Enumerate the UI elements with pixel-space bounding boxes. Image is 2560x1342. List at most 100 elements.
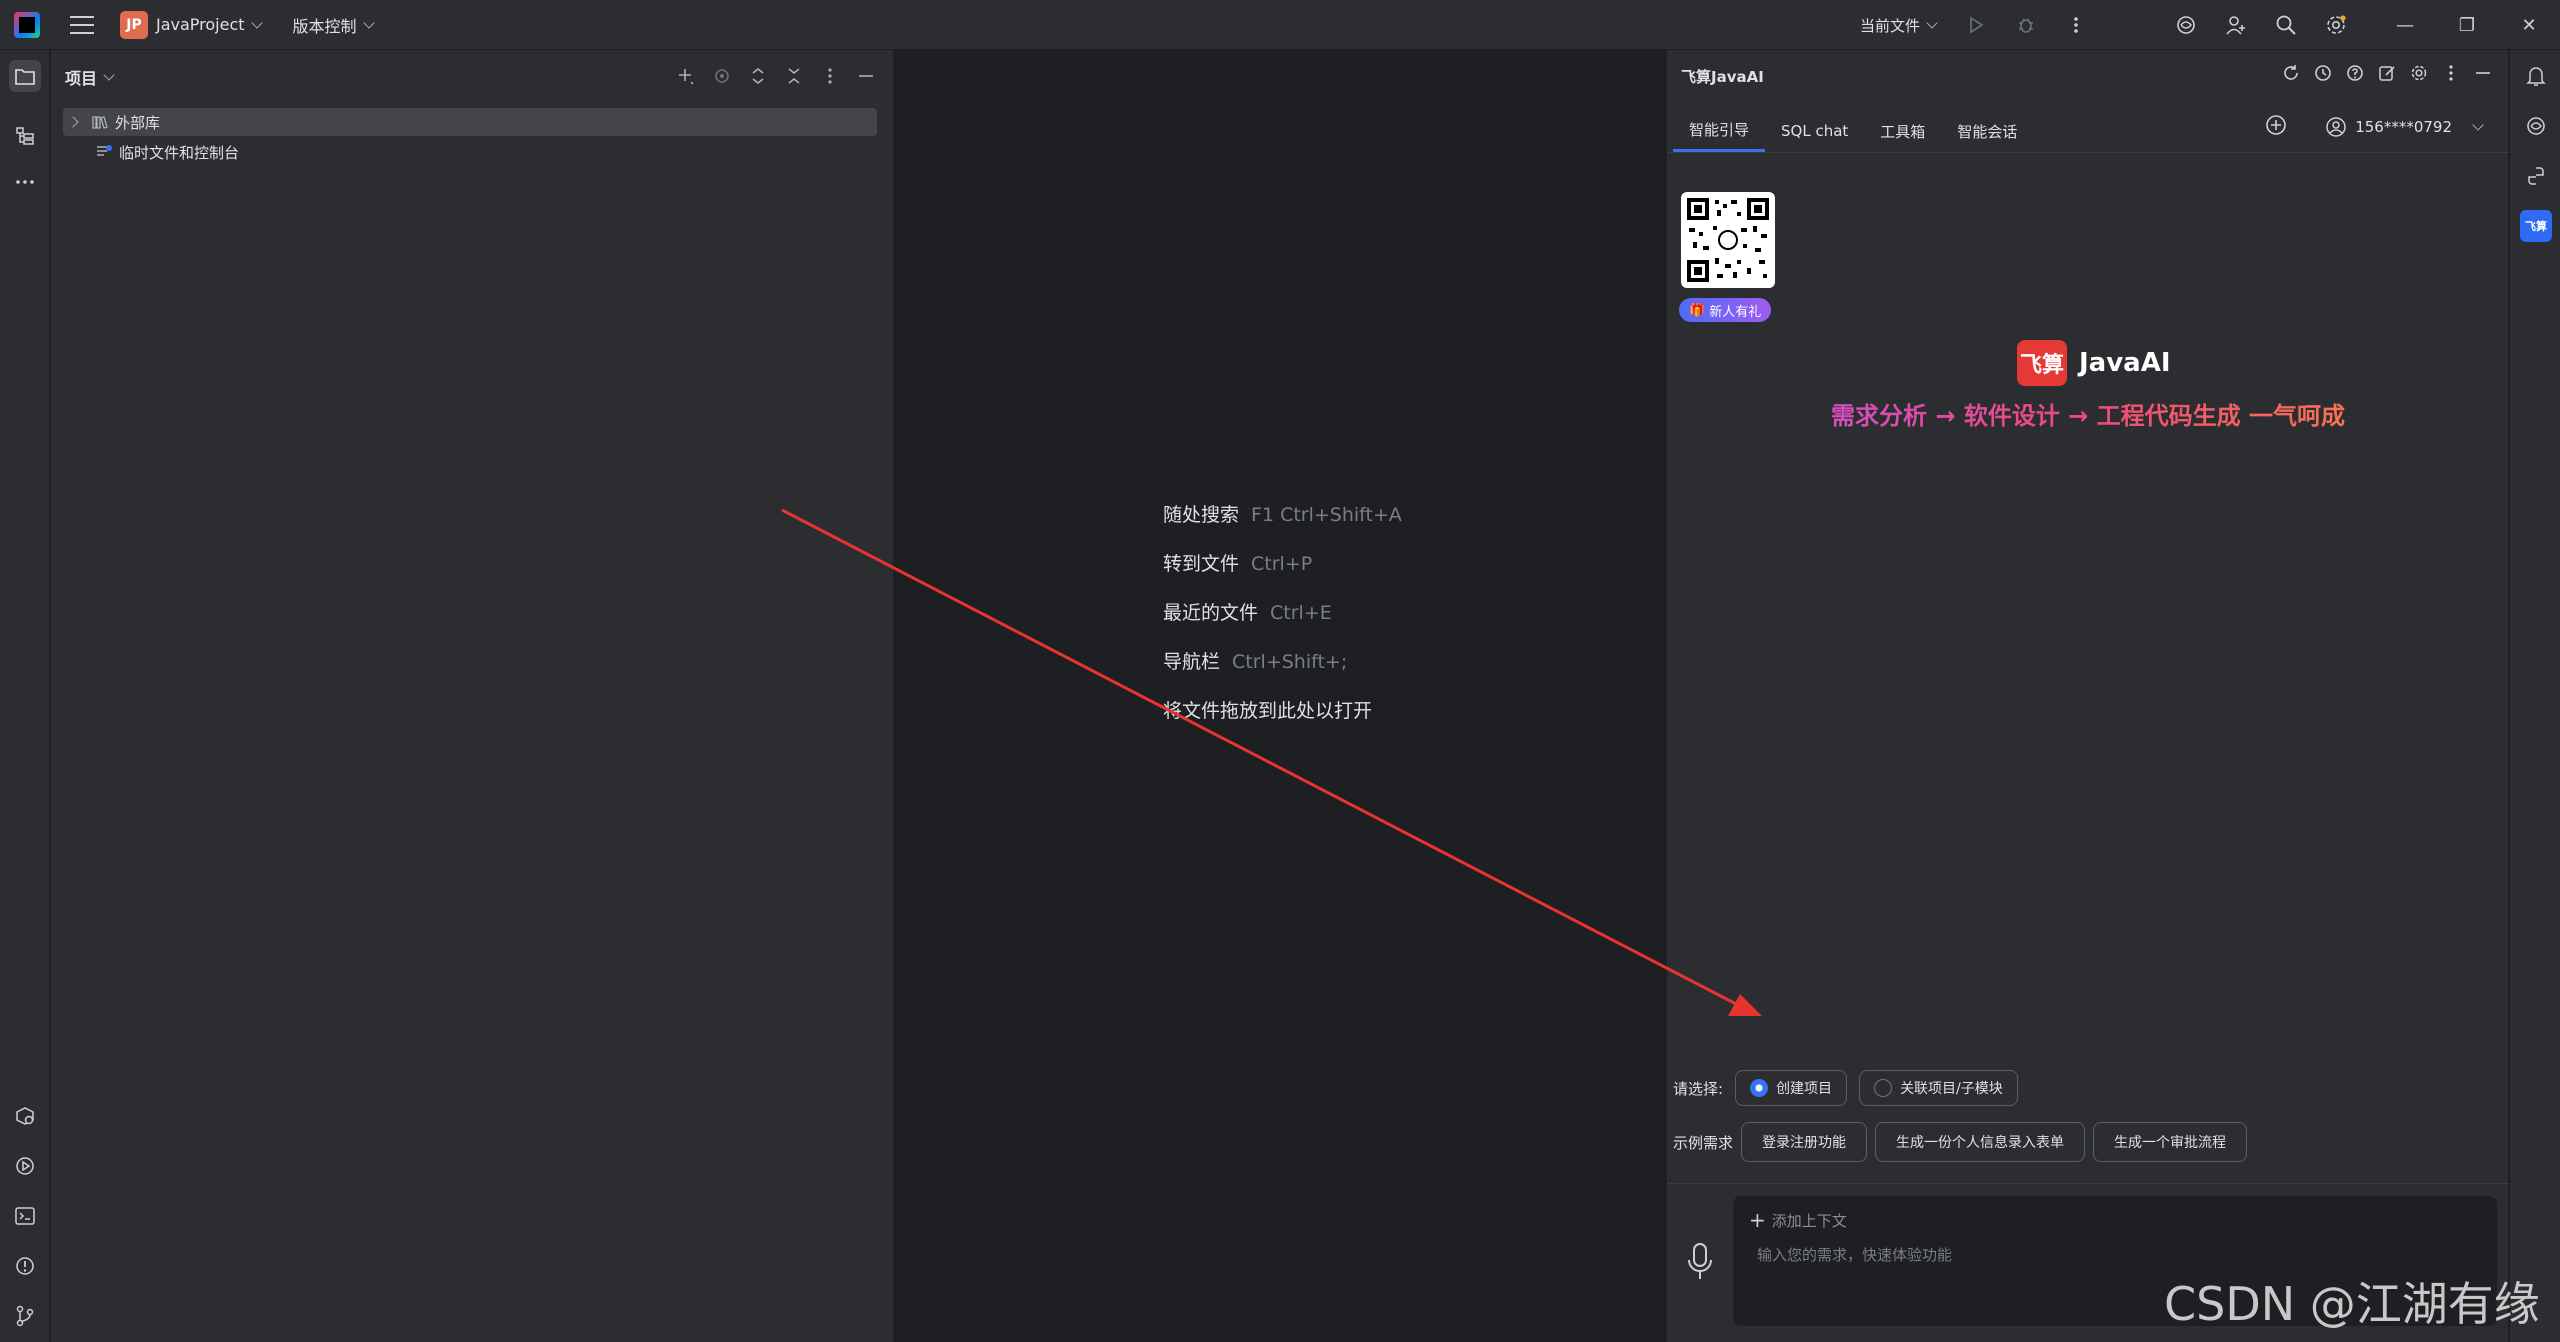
user-avatar-icon <box>2326 117 2346 137</box>
new-chat-icon[interactable] <box>2265 114 2287 140</box>
left-tool-strip <box>0 50 50 1342</box>
project-panel-title[interactable]: 项目 <box>65 65 97 89</box>
collapse-all-icon[interactable] <box>783 64 805 88</box>
tab-toolbox[interactable]: 工具箱 <box>1864 110 1941 152</box>
project-tool-icon[interactable] <box>9 60 41 92</box>
examples-row: 示例需求 登录注册功能 生成一份个人信息录入表单 生成一个审批流程 <box>1673 1122 2248 1162</box>
refresh-icon[interactable] <box>2280 62 2302 84</box>
library-icon <box>92 116 108 129</box>
option-link-module[interactable]: 关联项目/子模块 <box>1859 1070 2018 1106</box>
brand-header: 飞算 JavaAI <box>2017 340 2171 386</box>
more-tools-icon[interactable] <box>9 166 41 198</box>
ai-assistant-icon[interactable] <box>2520 110 2552 142</box>
hint-recent-files: 最近的文件 Ctrl+E <box>1163 598 1332 625</box>
terminal-tool-icon[interactable] <box>9 1200 41 1232</box>
plus-icon: + <box>1749 1208 1766 1232</box>
requirement-input[interactable]: 输入您的需求，快速体验功能 <box>1757 1244 1952 1265</box>
brand-slogan: 需求分析 → 软件设计 → 工程代码生成 一气呵成 <box>1667 396 2509 431</box>
radio-checked-icon[interactable] <box>1750 1079 1769 1097</box>
structure-tool-icon[interactable] <box>9 120 41 152</box>
ai-assistant-icon[interactable] <box>2174 13 2198 37</box>
settings-gear-icon[interactable] <box>2324 13 2348 37</box>
hide-panel-icon[interactable] <box>855 64 877 88</box>
radio-unchecked-icon[interactable] <box>1874 1079 1893 1097</box>
hint-label: 随处搜索 <box>1163 504 1240 526</box>
more-actions-icon[interactable] <box>2064 13 2088 37</box>
hint-shortcut: Ctrl+Shift+; <box>1232 651 1348 673</box>
git-tool-icon[interactable] <box>9 1300 41 1332</box>
debug-icon[interactable] <box>2014 13 2038 37</box>
tab-sql-chat[interactable]: SQL chat <box>1765 110 1864 152</box>
problems-tool-icon[interactable] <box>9 1250 41 1282</box>
notifications-icon[interactable] <box>2520 60 2552 92</box>
more-options-icon[interactable] <box>2440 62 2462 84</box>
tree-item-scratches[interactable]: 临时文件和控制台 <box>95 138 239 166</box>
add-user-icon[interactable] <box>2224 13 2248 37</box>
new-user-gift-badge[interactable]: 🎁 新人有礼 <box>1679 298 1772 322</box>
locate-file-icon[interactable] <box>711 64 733 88</box>
new-file-icon[interactable] <box>675 64 697 88</box>
feisuan-tool-button[interactable]: 飞算 <box>2520 210 2552 242</box>
editor-empty-area[interactable]: 随处搜索 F1 Ctrl+Shift+A 转到文件 Ctrl+P 最近的文件 Ctrl… <box>895 50 1665 1342</box>
account-area: 156****0792 <box>2265 114 2484 140</box>
gift-label: 新人有礼 <box>1709 304 1762 320</box>
title-bar: JP JavaProject 版本控制 当前文件 — ❐ ✕ <box>0 0 2560 50</box>
close-window-button[interactable]: ✕ <box>2498 15 2560 36</box>
hint-search-everywhere: 随处搜索 F1 Ctrl+Shift+A <box>1163 500 1402 527</box>
tab-smart-chat[interactable]: 智能会话 <box>1941 110 2033 152</box>
feisuan-ai-panel: 飞算JavaAI 智能引导 SQL chat 工具箱 智能会话 156****0… <box>1666 50 2509 1342</box>
hint-label: 导航栏 <box>1163 651 1221 673</box>
chevron-down-icon[interactable] <box>103 69 115 81</box>
mode-select-row: 请选择: 创建项目 关联项目/子模块 <box>1673 1070 2018 1106</box>
expand-all-icon[interactable] <box>747 64 769 88</box>
qr-code-image[interactable] <box>1681 192 1775 288</box>
vcs-menu[interactable]: 版本控制 <box>293 13 357 37</box>
account-selector[interactable]: 156****0792 <box>2325 116 2484 138</box>
main-menu-icon[interactable] <box>70 15 94 34</box>
input-divider <box>1667 1183 2509 1184</box>
microphone-icon[interactable] <box>1685 1242 1715 1282</box>
tree-item-external-libraries[interactable]: 外部库 <box>63 108 877 136</box>
chevron-down-icon <box>1926 16 1938 29</box>
options-icon[interactable] <box>819 64 841 88</box>
run-config-selector[interactable]: 当前文件 <box>1860 15 1938 36</box>
chevron-down-icon[interactable] <box>250 16 263 29</box>
edit-icon[interactable] <box>2376 62 2398 84</box>
run-icon[interactable] <box>1964 13 1988 37</box>
chevron-down-icon[interactable] <box>362 16 375 29</box>
run-tool-icon[interactable] <box>9 1150 41 1182</box>
python-console-icon[interactable] <box>2520 160 2552 192</box>
services-tool-icon[interactable] <box>9 1100 41 1132</box>
chevron-down-icon <box>2472 119 2484 131</box>
project-badge[interactable]: JP <box>120 10 148 39</box>
hint-goto-file: 转到文件 Ctrl+P <box>1163 549 1312 576</box>
intellij-logo-icon <box>14 11 40 38</box>
tree-item-label: 外部库 <box>115 113 161 132</box>
chevron-right-icon[interactable] <box>67 116 79 128</box>
hint-label: 最近的文件 <box>1163 602 1259 624</box>
history-icon[interactable] <box>2312 62 2334 84</box>
hide-panel-icon[interactable] <box>2472 62 2494 84</box>
settings-gear-icon[interactable] <box>2408 62 2430 84</box>
project-panel: 项目 外部库 临时文件和控制台 <box>51 50 894 1342</box>
minimize-window-button[interactable]: — <box>2374 15 2436 36</box>
examples-label: 示例需求 <box>1673 1133 1734 1152</box>
example-personal-info-form[interactable]: 生成一份个人信息录入表单 <box>1875 1122 2086 1162</box>
tree-item-label: 临时文件和控制台 <box>119 143 240 162</box>
search-icon[interactable] <box>2274 13 2298 37</box>
option-create-project[interactable]: 创建项目 <box>1735 1070 1848 1106</box>
csdn-watermark: CSDN @江湖有缘 <box>2164 1277 2540 1331</box>
tab-smart-guide[interactable]: 智能引导 <box>1673 110 1766 152</box>
select-label: 请选择: <box>1673 1079 1724 1098</box>
gift-icon: 🎁 <box>1689 302 1706 318</box>
scratch-file-icon <box>97 145 112 156</box>
ai-tabs: 智能引导 SQL chat 工具箱 智能会话 <box>1673 110 2033 152</box>
project-name[interactable]: JavaProject <box>156 15 245 34</box>
feisuan-logo: 飞算 <box>2017 340 2067 386</box>
help-icon[interactable] <box>2344 62 2366 84</box>
example-approval-flow[interactable]: 生成一个审批流程 <box>2093 1122 2248 1162</box>
restore-window-button[interactable]: ❐ <box>2436 15 2498 36</box>
add-context-button[interactable]: + 添加上下文 <box>1749 1208 1847 1232</box>
example-login-register[interactable]: 登录注册功能 <box>1741 1122 1868 1162</box>
hint-shortcut: F1 Ctrl+Shift+A <box>1251 504 1402 526</box>
